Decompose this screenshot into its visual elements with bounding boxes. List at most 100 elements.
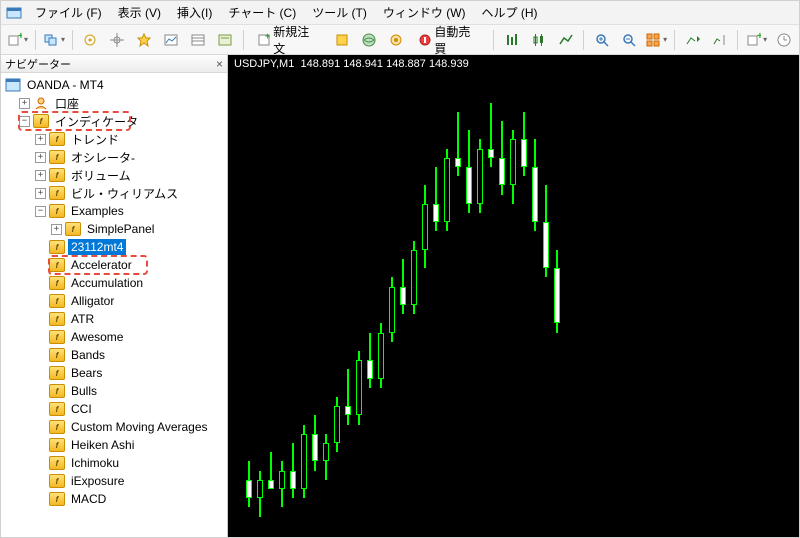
fx-icon: f [49,419,65,435]
navigator-panel: ナビゲーター × OANDA - MT4 + 口座 − f インディケータ +f… [1,55,228,537]
tree-group-oscillator[interactable]: +fオシレータ- [1,148,227,166]
expand-icon[interactable]: + [35,170,46,181]
tree-item[interactable]: fATR [1,310,227,328]
tree-group-bill-williams[interactable]: +fビル・ウィリアムス [1,184,227,202]
tree-root[interactable]: OANDA - MT4 [1,76,227,94]
tree-indicators[interactable]: − f インディケータ [1,112,227,130]
tree-item-label: MACD [68,491,109,507]
auto-scroll-icon[interactable] [681,28,704,52]
tree-item-selected[interactable]: f23112mt4 [1,238,227,256]
fx-icon: f [49,131,65,147]
tree-item[interactable]: fAlligator [1,292,227,310]
tree-item[interactable]: fBulls [1,382,227,400]
fx-icon: f [49,311,65,327]
fx-icon: f [65,221,81,237]
tile-windows-icon[interactable]: ▾ [644,28,668,52]
tree-item[interactable]: fAccelerator [1,256,227,274]
bar-chart-icon[interactable] [500,28,523,52]
chart-close: 148.939 [429,58,469,70]
tree-item[interactable]: fBears [1,364,227,382]
profiles-button[interactable]: ▾ [42,28,66,52]
indicators-button[interactable]: +▾ [744,28,768,52]
options-icon[interactable] [384,28,407,52]
navigator-title-bar: ナビゲーター × [1,55,227,73]
tree-group-trend[interactable]: +fトレンド [1,130,227,148]
toolbar-separator [35,30,36,50]
menu-window[interactable]: ウィンドウ (W) [375,1,474,24]
tree-item-label: iExposure [68,473,127,489]
tree-item-label: Accumulation [68,275,146,291]
tree-item-label: Custom Moving Averages [68,419,211,435]
fx-icon: f [49,293,65,309]
meta-editor-icon[interactable] [330,28,353,52]
navigator-title: ナビゲーター [5,56,71,72]
menubar: ファイル (F) 表示 (V) 挿入(I) チャート (C) ツール (T) ウ… [1,1,799,25]
data-window-icon[interactable] [187,28,210,52]
chart-window-icon[interactable] [160,28,183,52]
tree-item[interactable]: fCustom Moving Averages [1,418,227,436]
menu-tools[interactable]: ツール (T) [304,1,375,24]
tree-accounts[interactable]: + 口座 [1,94,227,112]
tree-item[interactable]: fiExposure [1,472,227,490]
auto-trading-button[interactable]: 自動売買 [411,28,487,52]
app-icon [5,4,23,22]
chart-shift-icon[interactable] [708,28,731,52]
tree-item-label: Awesome [68,329,126,345]
expand-icon[interactable]: + [35,152,46,163]
navigator-tree[interactable]: OANDA - MT4 + 口座 − f インディケータ +fトレンド +fオシ… [1,73,227,537]
tree-group-volume[interactable]: +fボリューム [1,166,227,184]
chart-symbol: USDJPY,M1 [234,58,294,70]
menu-help[interactable]: ヘルプ (H) [474,1,546,24]
tree-group-examples[interactable]: −fExamples [1,202,227,220]
tree-item-label: Alligator [68,293,117,309]
new-order-label: 新規注文 [273,23,319,57]
tree-item-label: ATR [68,311,97,327]
auto-trading-label: 自動売買 [434,23,480,57]
expand-icon[interactable]: + [35,188,46,199]
tree-item-label: Heiken Ashi [68,437,137,453]
svg-text:+: + [18,32,22,42]
account-icon [33,95,49,111]
menu-file[interactable]: ファイル (F) [27,1,110,24]
tree-item[interactable]: fAwesome [1,328,227,346]
terminal-icon[interactable] [214,28,237,52]
fx-icon: f [49,185,65,201]
collapse-icon[interactable]: − [35,206,46,217]
tree-item[interactable]: fIchimoku [1,454,227,472]
new-chart-button[interactable]: +▾ [5,28,29,52]
star-icon[interactable] [133,28,156,52]
tree-item[interactable]: fCCI [1,400,227,418]
tree-item-simplepanel[interactable]: +fSimplePanel [1,220,227,238]
fx-icon: f [49,365,65,381]
close-icon[interactable]: × [216,57,223,71]
expand-icon[interactable]: + [51,224,62,235]
new-order-button[interactable]: +新規注文 [250,28,326,52]
svg-text:+: + [757,32,761,42]
expand-icon[interactable]: + [35,134,46,145]
menu-view[interactable]: 表示 (V) [110,1,169,24]
candle-chart-icon[interactable] [527,28,550,52]
crosshair-icon[interactable] [106,28,129,52]
toolbar-separator [72,30,73,50]
zoom-in-icon[interactable] [590,28,613,52]
fx-icon: f [49,401,65,417]
chart-area[interactable]: USDJPY,M1 148.891 148.941 148.887 148.93… [228,55,799,537]
tree-root-label: OANDA - MT4 [24,77,107,93]
line-chart-icon[interactable] [554,28,577,52]
fx-icon: f [33,113,49,129]
expand-icon[interactable]: + [19,98,30,109]
globe-icon[interactable] [357,28,380,52]
menu-chart[interactable]: チャート (C) [220,1,304,24]
tree-item[interactable]: fHeiken Ashi [1,436,227,454]
periods-button[interactable] [772,28,795,52]
tree-item[interactable]: fMACD [1,490,227,508]
collapse-icon[interactable]: − [19,116,30,127]
menu-insert[interactable]: 挿入(I) [169,1,220,24]
tree-indicators-label: インディケータ [52,112,141,131]
toolbar: +▾ ▾ +新規注文 自動売買 ▾ +▾ [1,25,799,55]
tree-item[interactable]: fBands [1,346,227,364]
svg-text:+: + [265,33,270,41]
compass-icon[interactable] [79,28,102,52]
zoom-out-icon[interactable] [617,28,640,52]
tree-item[interactable]: fAccumulation [1,274,227,292]
